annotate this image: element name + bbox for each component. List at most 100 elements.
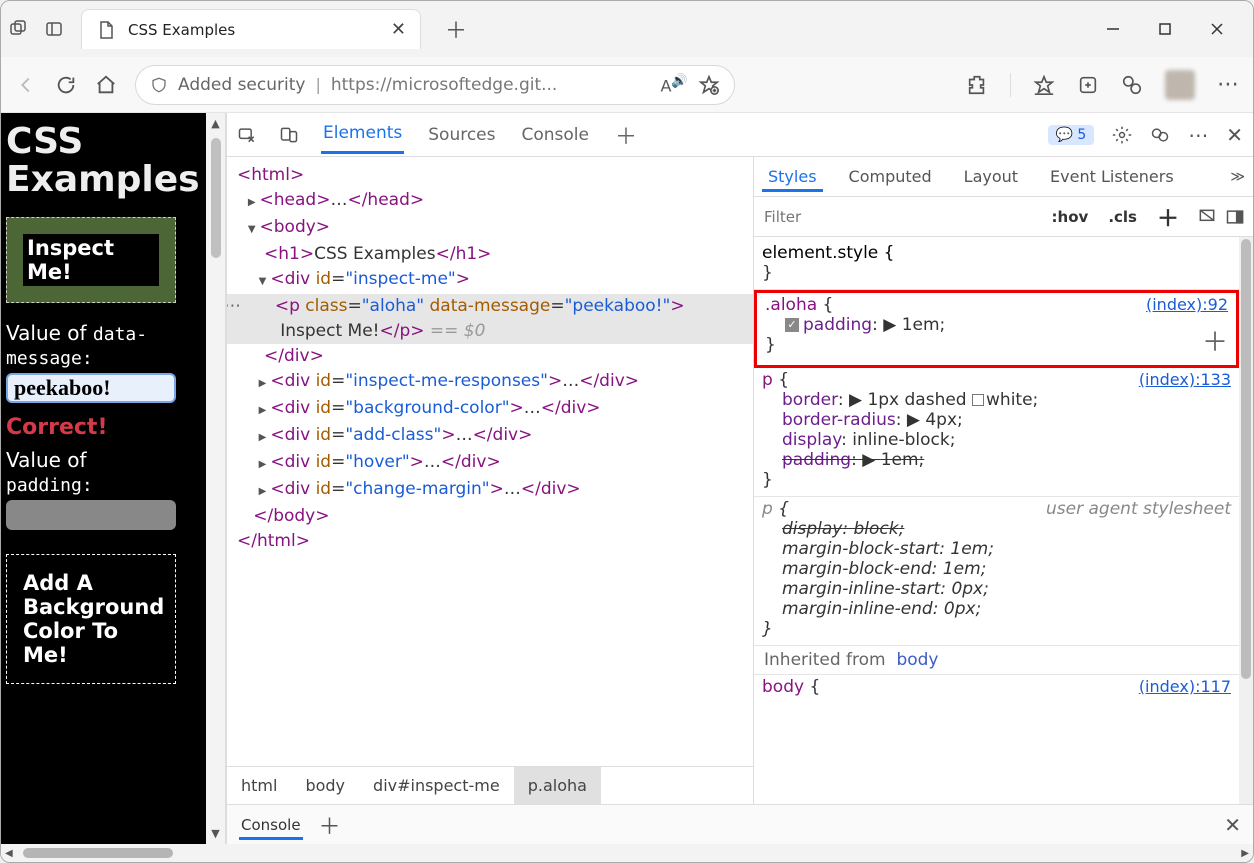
- devtools-close-icon[interactable]: ✕: [1226, 123, 1243, 147]
- close-window-icon[interactable]: [1209, 21, 1225, 37]
- close-tab-icon[interactable]: ✕: [391, 19, 406, 40]
- bc-p[interactable]: p.aloha: [514, 767, 601, 804]
- device-icon[interactable]: [279, 125, 299, 145]
- favorite-icon[interactable]: [698, 74, 720, 96]
- tab-elements[interactable]: Elements: [321, 115, 404, 154]
- home-icon[interactable]: [95, 74, 117, 96]
- drawer-close-icon[interactable]: ✕: [1224, 813, 1241, 837]
- issues-badge[interactable]: 💬 5: [1048, 125, 1094, 145]
- elements-tree[interactable]: <html> <head>…</head> <body> <h1>CSS Exa…: [227, 157, 753, 766]
- inspect-me-box[interactable]: Inspect Me!: [6, 217, 176, 303]
- scroll-right-icon[interactable]: ▶: [1237, 848, 1253, 859]
- minimize-icon[interactable]: [1105, 21, 1121, 37]
- window-controls: [1105, 21, 1245, 37]
- performance-icon[interactable]: [1121, 74, 1143, 96]
- bc-html[interactable]: html: [227, 767, 291, 804]
- browser-window: CSS Examples ✕ ＋ Added security | https:…: [0, 0, 1254, 863]
- rule-body: (index):117 body {: [754, 675, 1239, 703]
- source-link[interactable]: (index):133: [1139, 370, 1231, 389]
- scroll-left-icon[interactable]: ◀: [1, 848, 17, 859]
- inherited-section: Inherited from body: [754, 646, 1239, 675]
- page-scrollbar[interactable]: ▲ ▼: [206, 113, 226, 844]
- toolbar-right: ⋯: [966, 70, 1239, 100]
- inspect-me-label: Inspect Me!: [23, 234, 159, 286]
- url-box[interactable]: Added security | https://microsoftedge.g…: [135, 65, 735, 105]
- rule-aloha: (index):92 .aloha { ✓padding: ▶ 1em; } ＋: [754, 290, 1239, 368]
- settings-icon[interactable]: [1112, 125, 1132, 145]
- devtools-body: <html> <head>…</head> <body> <h1>CSS Exa…: [227, 157, 1253, 804]
- new-tab-button[interactable]: ＋: [437, 10, 475, 48]
- separator: |: [315, 75, 320, 94]
- url-text: https://microsoftedge.git...: [331, 75, 651, 95]
- data-message-input[interactable]: [6, 373, 176, 403]
- devtools-tabs: Elements Sources Console ＋ 💬 5 ⋯ ✕: [227, 113, 1253, 157]
- scroll-up-icon[interactable]: ▲: [211, 113, 219, 134]
- read-aloud-icon[interactable]: A🔊: [660, 74, 688, 95]
- value-of-label: Value of data-message:: [6, 321, 201, 369]
- tab-styles[interactable]: Styles: [762, 161, 823, 192]
- security-label: Added security: [178, 75, 305, 95]
- toggle-sidebar-icon[interactable]: [1225, 207, 1245, 227]
- back-icon: [15, 74, 37, 96]
- title-bar: CSS Examples ✕ ＋: [1, 1, 1253, 57]
- bc-body[interactable]: body: [291, 767, 359, 804]
- styles-scrollbar[interactable]: [1239, 237, 1253, 804]
- tab-computed[interactable]: Computed: [843, 161, 938, 192]
- devtools: Elements Sources Console ＋ 💬 5 ⋯ ✕ <html…: [226, 113, 1253, 844]
- hov-toggle[interactable]: :hov: [1042, 208, 1099, 226]
- styles-filter-row: :hov .cls ＋: [754, 197, 1253, 237]
- source-link[interactable]: (index):117: [1139, 677, 1231, 696]
- more-styles-tabs-icon[interactable]: ≫: [1230, 169, 1245, 185]
- feedback-icon[interactable]: [1150, 125, 1170, 145]
- correct-label: Correct!: [6, 415, 201, 440]
- selected-element[interactable]: ⋯ <p class="aloha" data-message="peekabo…: [227, 294, 753, 319]
- separator: [1010, 73, 1011, 97]
- new-rule-icon[interactable]: ＋: [1147, 201, 1189, 233]
- tab-event-listeners[interactable]: Event Listeners: [1044, 161, 1180, 192]
- scroll-down-icon[interactable]: ▼: [211, 823, 219, 844]
- more-tabs-icon[interactable]: ＋: [613, 113, 639, 159]
- more-icon[interactable]: ⋯: [1217, 72, 1239, 97]
- scroll-thumb[interactable]: [23, 848, 173, 858]
- rule-p-ua: user agent stylesheet p { display: block…: [754, 497, 1239, 646]
- value-of-padding-label: Value ofpadding:: [6, 448, 201, 496]
- cls-toggle[interactable]: .cls: [1098, 208, 1147, 226]
- scroll-thumb[interactable]: [211, 138, 221, 258]
- collections-icon[interactable]: [1077, 74, 1099, 96]
- styles-rules[interactable]: element.style {} (index):92 .aloha { ✓pa…: [754, 237, 1239, 804]
- drawer-tab-console[interactable]: Console: [239, 810, 303, 840]
- add-declaration-icon[interactable]: ＋: [1202, 322, 1228, 359]
- styles-pane: Styles Computed Layout Event Listeners ≫…: [753, 157, 1253, 804]
- devtools-more-icon[interactable]: ⋯: [1188, 123, 1208, 147]
- bc-div[interactable]: div#inspect-me: [359, 767, 514, 804]
- tab-title: CSS Examples: [128, 21, 379, 39]
- tab-layout[interactable]: Layout: [958, 161, 1024, 192]
- console-drawer: Console ＋ ✕: [227, 804, 1253, 844]
- styles-filter-input[interactable]: [754, 197, 1042, 236]
- browser-tab[interactable]: CSS Examples ✕: [81, 9, 421, 49]
- checkbox-icon[interactable]: ✓: [785, 318, 799, 332]
- padding-input[interactable]: [6, 500, 176, 530]
- page-horizontal-scrollbar[interactable]: ◀ ▶: [1, 844, 1253, 862]
- maximize-icon[interactable]: [1157, 21, 1173, 37]
- extensions-icon[interactable]: [966, 74, 988, 96]
- page-content: CSS Examples Inspect Me! Value of data-m…: [1, 113, 206, 844]
- page-title: CSS Examples: [6, 123, 201, 199]
- breadcrumb[interactable]: html body div#inspect-me p.aloha: [227, 766, 753, 804]
- drawer-new-tab-icon[interactable]: ＋: [319, 809, 341, 841]
- reload-icon[interactable]: [55, 74, 77, 96]
- computed-styles-icon[interactable]: [1197, 207, 1217, 227]
- profile-avatar[interactable]: [1165, 70, 1195, 100]
- inspect-icon[interactable]: [237, 125, 257, 145]
- page-icon: [96, 20, 116, 40]
- source-link[interactable]: (index):92: [1146, 295, 1228, 314]
- add-background-box[interactable]: Add A Background Color To Me!: [6, 554, 176, 684]
- address-bar: Added security | https://microsoftedge.g…: [1, 57, 1253, 113]
- workspaces-icon[interactable]: [9, 19, 29, 39]
- tab-actions-icon[interactable]: [45, 19, 65, 39]
- tab-console[interactable]: Console: [520, 117, 592, 153]
- favorites-icon[interactable]: [1033, 74, 1055, 96]
- tab-sources[interactable]: Sources: [426, 117, 497, 153]
- main-area: CSS Examples Inspect Me! Value of data-m…: [1, 113, 1253, 844]
- styles-tabs: Styles Computed Layout Event Listeners ≫: [754, 157, 1253, 197]
